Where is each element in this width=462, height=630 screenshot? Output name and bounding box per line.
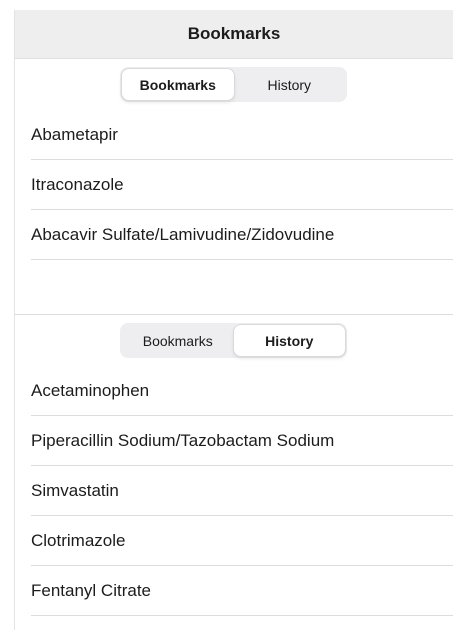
history-list: Acetaminophen Piperacillin Sodium/Tazoba… [31,366,453,616]
list-item[interactable]: Fentanyl Citrate [31,566,453,616]
segment-bookmarks[interactable]: Bookmarks [122,69,234,100]
section-divider [15,314,453,315]
navigation-bar: Bookmarks [15,10,453,59]
list-item[interactable]: Piperacillin Sodium/Tazobactam Sodium [31,416,453,466]
segmented-control-bookmarks-view: Bookmarks History [120,67,347,102]
segment-history[interactable]: History [233,325,345,356]
list-item[interactable]: Simvastatin [31,466,453,516]
list-item[interactable]: Abacavir Sulfate/Lamivudine/Zidovudine [31,210,453,260]
app-frame: Bookmarks Bookmarks History Abametapir I… [14,10,453,630]
list-item[interactable]: Acetaminophen [31,366,453,416]
segment-history[interactable]: History [234,69,346,100]
page-title: Bookmarks [187,24,281,43]
segmented-control-history-view: Bookmarks History [120,323,347,358]
list-item[interactable]: Itraconazole [31,160,453,210]
list-item[interactable]: Abametapir [31,110,453,160]
bookmarks-list: Abametapir Itraconazole Abacavir Sulfate… [31,110,453,260]
list-item[interactable]: Clotrimazole [31,516,453,566]
segment-bookmarks[interactable]: Bookmarks [122,325,234,356]
